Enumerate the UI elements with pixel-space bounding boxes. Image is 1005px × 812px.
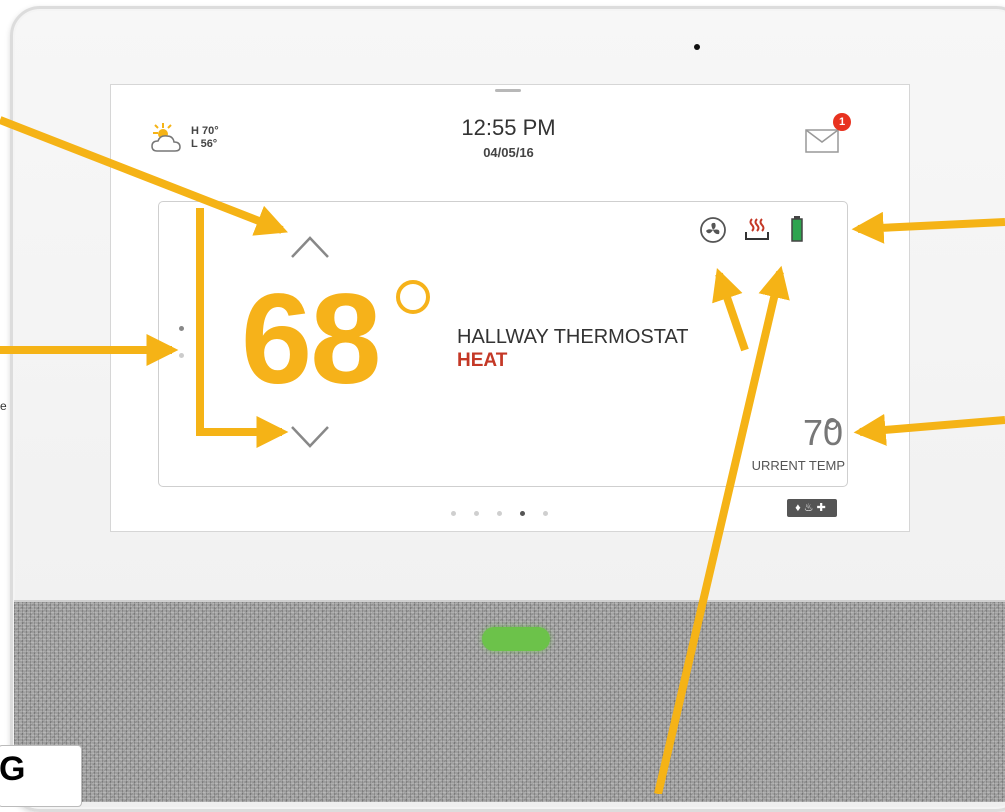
pointer-up-button (0, 116, 288, 236)
pointer-fan (712, 267, 749, 352)
pointer-down-button (196, 208, 289, 448)
cropped-side-text: e (0, 399, 7, 413)
pointer-current-temp (853, 413, 1005, 446)
pointer-battery (851, 211, 1005, 244)
corner-badge-glyph: G (0, 750, 26, 788)
annotation-arrows (0, 116, 1005, 794)
corner-badge: G (0, 745, 82, 807)
pointer-heat (654, 265, 790, 794)
